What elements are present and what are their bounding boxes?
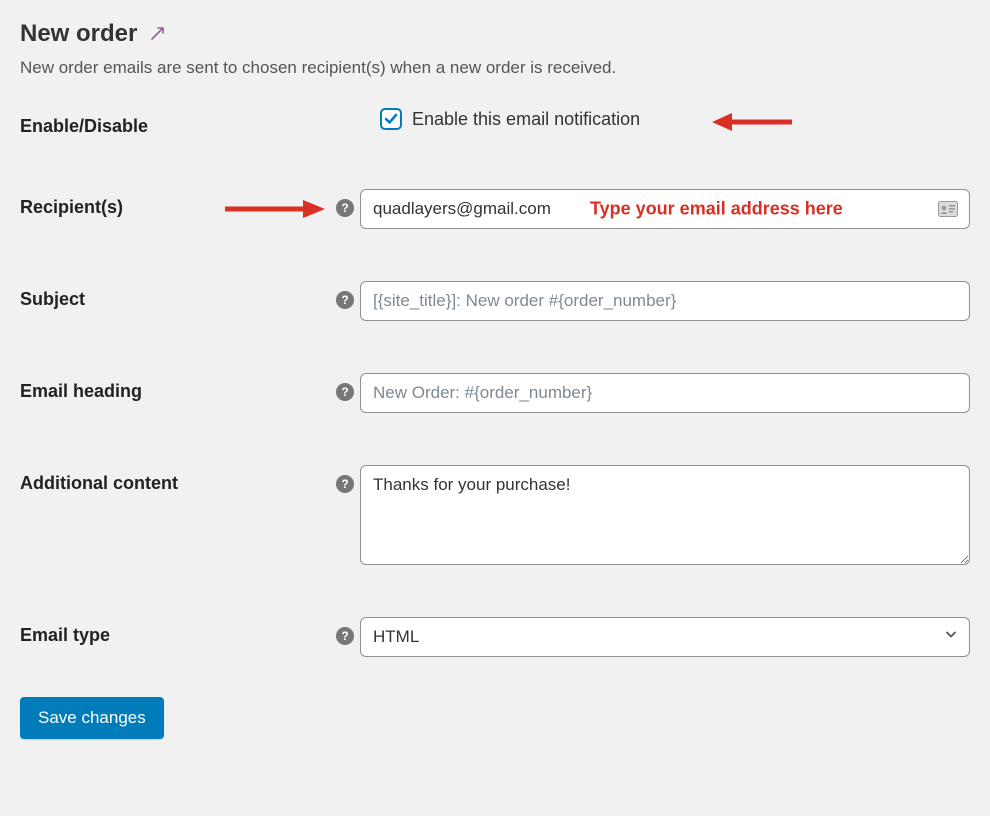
help-icon[interactable]: ? [336, 383, 354, 401]
subject-input[interactable] [360, 281, 970, 321]
label-email-type: Email type [20, 617, 330, 646]
enable-checkbox-label: Enable this email notification [412, 109, 640, 130]
label-recipients: Recipient(s) [20, 189, 330, 218]
label-enable: Enable/Disable [20, 108, 330, 137]
label-subject: Subject [20, 281, 330, 310]
label-additional: Additional content [20, 465, 330, 494]
additional-content-textarea[interactable] [360, 465, 970, 565]
row-additional: Additional content ? [20, 465, 970, 565]
help-icon[interactable]: ? [336, 627, 354, 645]
row-heading: Email heading ? [20, 373, 970, 413]
recipients-input[interactable] [360, 189, 970, 229]
help-icon[interactable]: ? [336, 199, 354, 217]
enable-checkbox[interactable] [380, 108, 402, 130]
save-changes-button[interactable]: Save changes [20, 697, 164, 739]
page-description: New order emails are sent to chosen reci… [20, 58, 970, 78]
label-heading: Email heading [20, 373, 330, 402]
annotation-arrow-enable [712, 110, 792, 139]
row-recipients: Recipient(s) ? Type your email address h… [20, 189, 970, 229]
row-subject: Subject ? [20, 281, 970, 321]
heading-input[interactable] [360, 373, 970, 413]
email-type-select[interactable]: HTML [360, 617, 970, 657]
page-title: New order [20, 20, 137, 48]
back-arrow-icon[interactable] [149, 24, 169, 44]
help-icon[interactable]: ? [336, 291, 354, 309]
row-email-type: Email type ? HTML [20, 617, 970, 657]
row-enable: Enable/Disable Enable this email notific… [20, 108, 970, 137]
help-icon[interactable]: ? [336, 475, 354, 493]
